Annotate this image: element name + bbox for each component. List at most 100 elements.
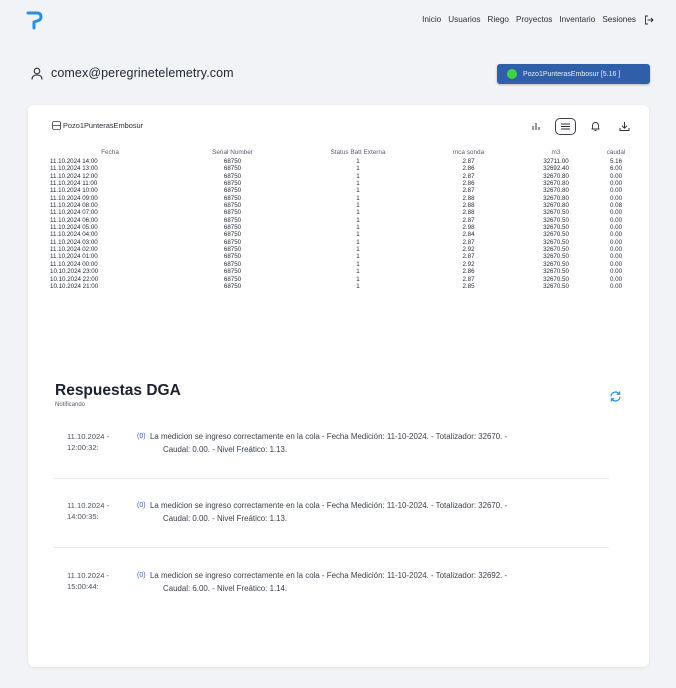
cell-serial-number: 68750 <box>223 216 242 224</box>
cell-m3: 32670.50 <box>543 260 569 268</box>
table-row: 11.10.2024 02:00 68750 1 2.92 32670.50 0.00 <box>50 246 636 253</box>
cell-fecha: 10.10.2024 22:00 <box>50 275 99 283</box>
table-view-button[interactable] <box>555 117 576 135</box>
nav-item-riego[interactable]: Riego <box>488 15 509 25</box>
cell-m3: 32670.50 <box>543 268 569 276</box>
nav-item-inicio[interactable]: Inicio <box>422 15 441 25</box>
header-serial-number[interactable]: Serial Number <box>170 146 295 158</box>
cell-fecha: 11.10.2024 03:00 <box>50 238 98 246</box>
table-body: 11.10.2024 14:00 68750 1 2.87 32711.00 5.16 11… <box>50 158 636 290</box>
status-dot-icon <box>507 69 517 79</box>
cell-serial-number: 68750 <box>223 246 242 254</box>
cell-mca-sonda: 2.87 <box>462 238 475 246</box>
response-timestamp: 11.10.2024 - 15:00:44: <box>67 570 127 592</box>
cell-fecha: 11.10.2024 09:00 <box>50 194 98 202</box>
header-caudal[interactable]: caudal <box>596 146 636 158</box>
table-row: 11.10.2024 08:00 68750 1 2.88 32670.80 0.08 <box>50 202 636 209</box>
table-row: 11.10.2024 03:00 68750 1 2.87 32670.50 0.00 <box>50 239 636 246</box>
cell-serial-number: 68750 <box>223 238 242 246</box>
cell-caudal: 0.00 <box>609 194 623 202</box>
cell-serial-number: 68750 <box>223 202 242 210</box>
cell-status-batt: 1 <box>356 246 360 254</box>
response-time: 12:00:32: <box>67 443 99 452</box>
download-button[interactable] <box>614 117 634 135</box>
bar-chart-icon <box>532 123 540 130</box>
nav-item-usuarios[interactable]: Usuarios <box>448 15 480 25</box>
cell-serial-number: 68750 <box>223 165 242 173</box>
cell-mca-sonda: 2.86 <box>462 268 475 276</box>
cell-status-batt: 1 <box>356 275 360 283</box>
cell-mca-sonda: 2.88 <box>462 194 475 202</box>
table-row: 11.10.2024 06:00 68750 1 2.87 32670.50 0.00 <box>50 217 636 224</box>
device-selector-button[interactable]: Pozo1PunterasEmbosur [5.16 ] <box>497 64 650 84</box>
cell-fecha: 11.10.2024 02:00 <box>50 246 98 254</box>
cell-mca-sonda: 2.87 <box>462 187 475 195</box>
table-row: 11.10.2024 04:00 68750 1 2.84 32670.50 0.00 <box>50 231 636 238</box>
cell-status-batt: 1 <box>356 165 360 173</box>
cell-serial-number: 68750 <box>223 172 242 180</box>
cell-status-batt: 1 <box>356 209 360 217</box>
cell-status-batt: 1 <box>356 253 360 261</box>
cell-m3: 32670.80 <box>543 172 569 180</box>
cell-serial-number: 68750 <box>223 209 242 217</box>
header-mca-sonda[interactable]: mca sonda <box>421 146 516 158</box>
header-m3[interactable]: m3 <box>516 146 596 158</box>
cell-m3: 32670.50 <box>543 238 569 246</box>
view-toolbar <box>526 117 634 135</box>
cell-mca-sonda: 2.98 <box>462 224 475 232</box>
cell-mca-sonda: 2.92 <box>462 260 475 268</box>
cell-m3: 32670.80 <box>543 180 569 188</box>
response-message-line2: Caudal: 6.00. - Nivel Freático: 1.14. <box>163 583 288 593</box>
cell-caudal: 0.00 <box>609 172 623 180</box>
cell-status-batt: 1 <box>356 224 360 232</box>
cell-m3: 32711.00 <box>543 158 569 165</box>
cell-m3: 32670.80 <box>543 194 569 202</box>
cell-caudal: 0.00 <box>609 216 623 224</box>
cell-serial-number: 68750 <box>223 282 242 290</box>
logo-icon[interactable] <box>26 10 44 30</box>
device-label: Pozo1PunterasEmbosur [5.16 ] <box>523 70 621 78</box>
cell-status-batt: 1 <box>356 158 360 165</box>
response-message-line1: La medicion se ingreso correctamente en … <box>150 501 508 510</box>
cell-mca-sonda: 2.87 <box>462 172 475 180</box>
logout-icon[interactable] <box>644 15 654 25</box>
response-date: 11.10.2024 - <box>67 501 110 510</box>
main-nav: Inicio Usuarios Riego Proyectos Inventar… <box>422 15 654 25</box>
cell-serial-number: 68750 <box>223 187 242 195</box>
cell-status-batt: 1 <box>356 260 360 268</box>
response-message-line2: Caudal: 0.00. - Nivel Freático: 1.13. <box>163 444 288 454</box>
cell-status-batt: 1 <box>356 187 360 195</box>
cell-status-batt: 1 <box>356 180 360 188</box>
cell-m3: 32692.40 <box>543 165 569 173</box>
dga-section-subtitle: Notificando <box>55 402 86 408</box>
card-title: Pozo1PunterasEmbosur <box>63 121 144 130</box>
cell-caudal: 0.00 <box>609 275 623 283</box>
table-row: 11.10.2024 07:00 68750 1 2.88 32670.50 0.00 <box>50 209 636 216</box>
chart-view-button[interactable] <box>526 117 546 135</box>
cell-serial-number: 68750 <box>223 253 242 261</box>
cell-caudal: 0.00 <box>609 180 623 188</box>
dga-response-item: 11.10.2024 - 15:00:44: (0) La medicion se i… <box>54 570 609 618</box>
nav-item-sesiones[interactable]: Sesiones <box>602 15 636 25</box>
response-date: 11.10.2024 - <box>67 432 110 441</box>
header-status-batt[interactable]: Status Batt Externa <box>295 146 421 158</box>
response-time: 15:00:44: <box>67 582 99 591</box>
header-fecha[interactable]: Fecha <box>50 146 170 158</box>
cell-serial-number: 68750 <box>223 194 242 202</box>
response-message-line1: La medicion se ingreso correctamente en … <box>150 571 508 580</box>
cell-fecha: 10.10.2024 23:00 <box>50 268 99 276</box>
cell-mca-sonda: 2.86 <box>462 165 475 173</box>
nav-item-inventario[interactable]: Inventario <box>559 15 595 25</box>
cell-status-batt: 1 <box>356 231 360 239</box>
measurements-table: Fecha Serial Number Status Batt Externa … <box>50 146 636 290</box>
alerts-button[interactable] <box>585 117 605 135</box>
cell-m3: 32670.50 <box>543 275 569 283</box>
response-code: (0) <box>137 502 146 509</box>
response-time: 14:00:35: <box>67 512 99 521</box>
refresh-icon[interactable] <box>609 390 622 403</box>
user-email: comex@peregrinetelemetry.com <box>51 66 234 80</box>
nav-item-proyectos[interactable]: Proyectos <box>516 15 552 25</box>
cell-caudal: 0.00 <box>609 260 623 268</box>
cell-mca-sonda: 2.87 <box>462 253 475 261</box>
dga-response-item: 11.10.2024 - 12:00:32: (0) La medicion se i… <box>54 431 609 479</box>
